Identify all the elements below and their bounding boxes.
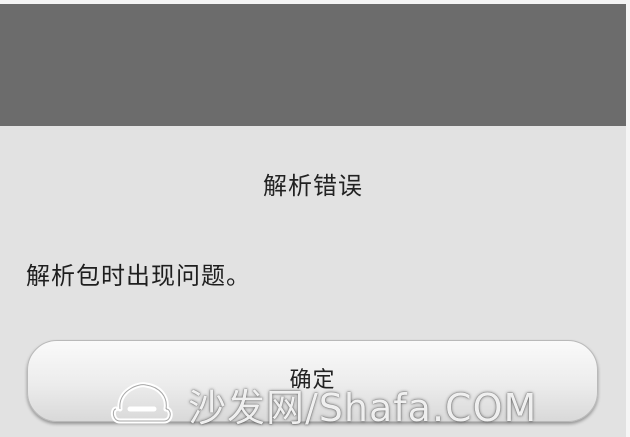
dimmed-background[interactable]: [0, 0, 630, 126]
watermark-text: 沙发网/Shafa.COM: [188, 385, 538, 430]
sofa-logo-icon: [110, 382, 173, 424]
screen-edge: [626, 0, 630, 437]
screen: 解析错误 解析包时出现问题。 确定 沙发网/Shafa.COM: [0, 0, 630, 437]
dialog-title: 解析错误: [263, 172, 363, 200]
watermark: 沙发网/Shafa.COM: [108, 376, 537, 432]
dialog-message: 解析包时出现问题。: [26, 262, 251, 290]
